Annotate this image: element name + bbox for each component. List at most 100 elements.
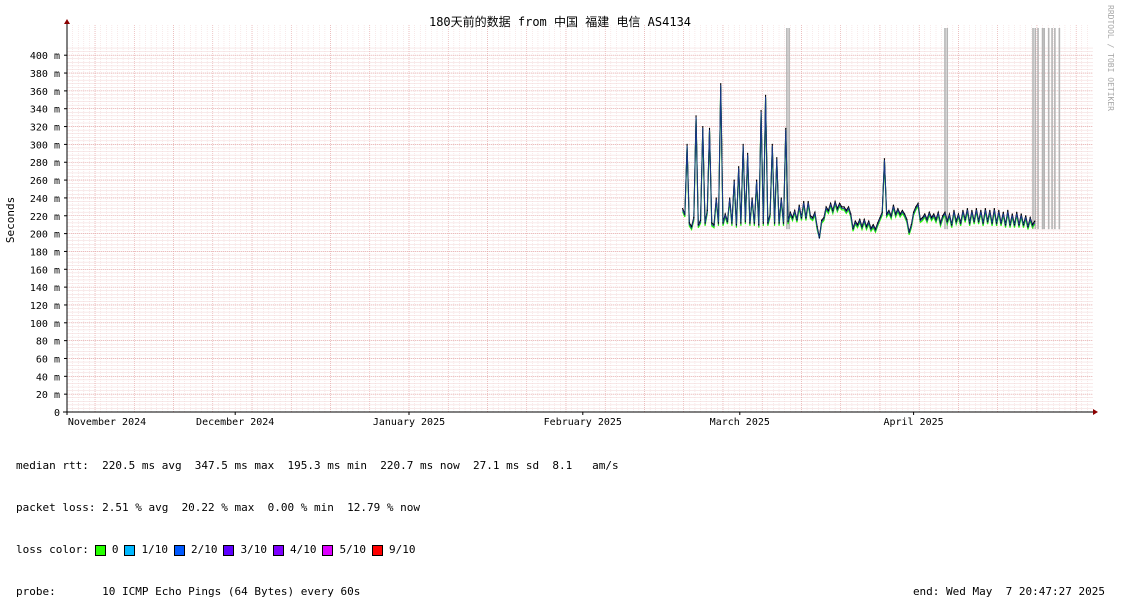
- y-tick-label: 0: [54, 408, 60, 419]
- rtt-point: [704, 222, 706, 224]
- rtt-point: [756, 179, 758, 181]
- rtt-point: [688, 222, 690, 224]
- rtt-point: [726, 220, 729, 222]
- x-axis-arrow: [1093, 409, 1098, 415]
- rtt-point: [782, 222, 785, 224]
- rtt-point: [861, 225, 863, 228]
- rtt-point: [740, 222, 742, 224]
- x-tick-labels: November 2024 December 2024 January 2025 Fe…: [66, 412, 944, 428]
- rtt-point: [702, 125, 704, 128]
- rtt-point: [776, 157, 778, 159]
- rtt-point: [697, 224, 699, 226]
- loss-color-swatch: [173, 544, 185, 556]
- rtt-point: [731, 222, 733, 224]
- rtt-point: [1016, 211, 1018, 213]
- rtt-point: [778, 222, 780, 224]
- rtt-point: [946, 220, 948, 222]
- rtt-point: [951, 224, 953, 226]
- x-tick-label: March 2025: [710, 417, 770, 428]
- rtt-point: [915, 206, 917, 208]
- y-tick-label: 20 m: [36, 390, 60, 401]
- rtt-point: [805, 216, 807, 219]
- rtt-point: [948, 213, 951, 215]
- rtt-point: [859, 218, 861, 220]
- rtt-point: [969, 222, 971, 224]
- probe-row: probe: 10 ICMP Echo Pings (64 Bytes) eve…: [16, 585, 1105, 599]
- rtt-point: [836, 208, 838, 210]
- loss-color-label: loss color:: [16, 543, 89, 556]
- rtt-point: [1002, 211, 1004, 213]
- rtt-point: [879, 216, 881, 219]
- rtt-point: [933, 213, 935, 215]
- rtt-point: [771, 143, 773, 145]
- loss-spike: [946, 28, 949, 230]
- rtt-point: [868, 220, 870, 222]
- rtt-point: [939, 222, 942, 224]
- rtt-point: [816, 225, 818, 228]
- rtt-point: [699, 219, 702, 221]
- median-rtt-stats: median rtt: 220.5 ms avg 347.5 ms max 19…: [16, 459, 619, 472]
- rtt-point: [895, 213, 897, 215]
- rtt-point: [832, 209, 834, 212]
- loss-spike: [1043, 28, 1046, 230]
- rtt-point: [1018, 224, 1020, 226]
- rtt-point: [850, 213, 852, 215]
- rtt-point: [991, 222, 993, 224]
- rtt-point: [1013, 224, 1016, 226]
- rtt-point: [912, 211, 915, 213]
- rtt-point: [881, 211, 883, 213]
- rtt-point: [957, 213, 960, 215]
- rtt-point: [886, 213, 888, 215]
- rtt-point: [834, 200, 836, 203]
- rtt-point: [830, 202, 832, 204]
- rtt-point: [693, 216, 695, 219]
- rtt-point: [917, 202, 919, 204]
- x-tick-label: December 2024: [196, 417, 274, 428]
- loss-color-legend: loss color: 0 1/10 2/10 3/10 4/10 5/10 9/10: [16, 543, 1105, 557]
- rtt-point: [852, 227, 854, 229]
- rtt-point: [729, 197, 731, 199]
- rtt-point: [706, 209, 708, 212]
- rtt-point: [708, 127, 711, 129]
- rtt-point: [809, 215, 812, 217]
- loss-color-items: 0 1/10 2/10 3/10 4/10 5/10 9/10: [89, 543, 416, 557]
- rtt-point: [926, 218, 928, 220]
- rtt-point: [962, 209, 964, 212]
- y-tick-label: 320 m: [30, 123, 60, 134]
- rtt-point: [747, 152, 749, 154]
- legend: median rtt: 220.5 ms avg 347.5 ms max 19…: [16, 431, 1105, 613]
- loss-color-swatch: [322, 544, 334, 556]
- rtt-point: [787, 220, 789, 222]
- rtt-point: [780, 197, 782, 199]
- rtt-point: [978, 220, 980, 222]
- rtt-point: [749, 222, 751, 224]
- y-tick-label: 400 m: [30, 51, 60, 62]
- rtt-point: [1025, 215, 1027, 217]
- loss-color-swatch-label: 2/10: [190, 543, 218, 556]
- rtt-point: [973, 220, 975, 222]
- rtt-point: [735, 224, 738, 226]
- rtt-point: [1007, 209, 1009, 212]
- rtt-point: [753, 222, 755, 224]
- rtt-point: [794, 209, 796, 212]
- rtt-point: [733, 179, 735, 181]
- rtt-point: [684, 213, 686, 215]
- x-tick-label: November 2024: [68, 417, 146, 428]
- rtt-point: [986, 220, 989, 222]
- rtt-point: [758, 224, 760, 226]
- end-time: end: Wed May 7 20:47:27 2025: [912, 585, 1105, 598]
- rtt-point: [888, 209, 890, 212]
- rtt-point: [711, 222, 713, 224]
- rtt-point: [789, 211, 791, 213]
- rtt-point: [791, 216, 794, 219]
- rtt-point: [856, 224, 859, 226]
- loss-color-swatch: [272, 544, 284, 556]
- y-tick-label: 360 m: [30, 87, 60, 98]
- y-tick-label: 260 m: [30, 176, 60, 187]
- loss-color-swatch-label: 9/10: [388, 543, 416, 556]
- loss-color-swatch-label: 3/10: [240, 543, 267, 556]
- loss-color-swatch: [124, 544, 136, 556]
- loss-color-swatch: [371, 544, 383, 556]
- loss-spike: [1047, 28, 1050, 230]
- rtt-point: [899, 213, 901, 215]
